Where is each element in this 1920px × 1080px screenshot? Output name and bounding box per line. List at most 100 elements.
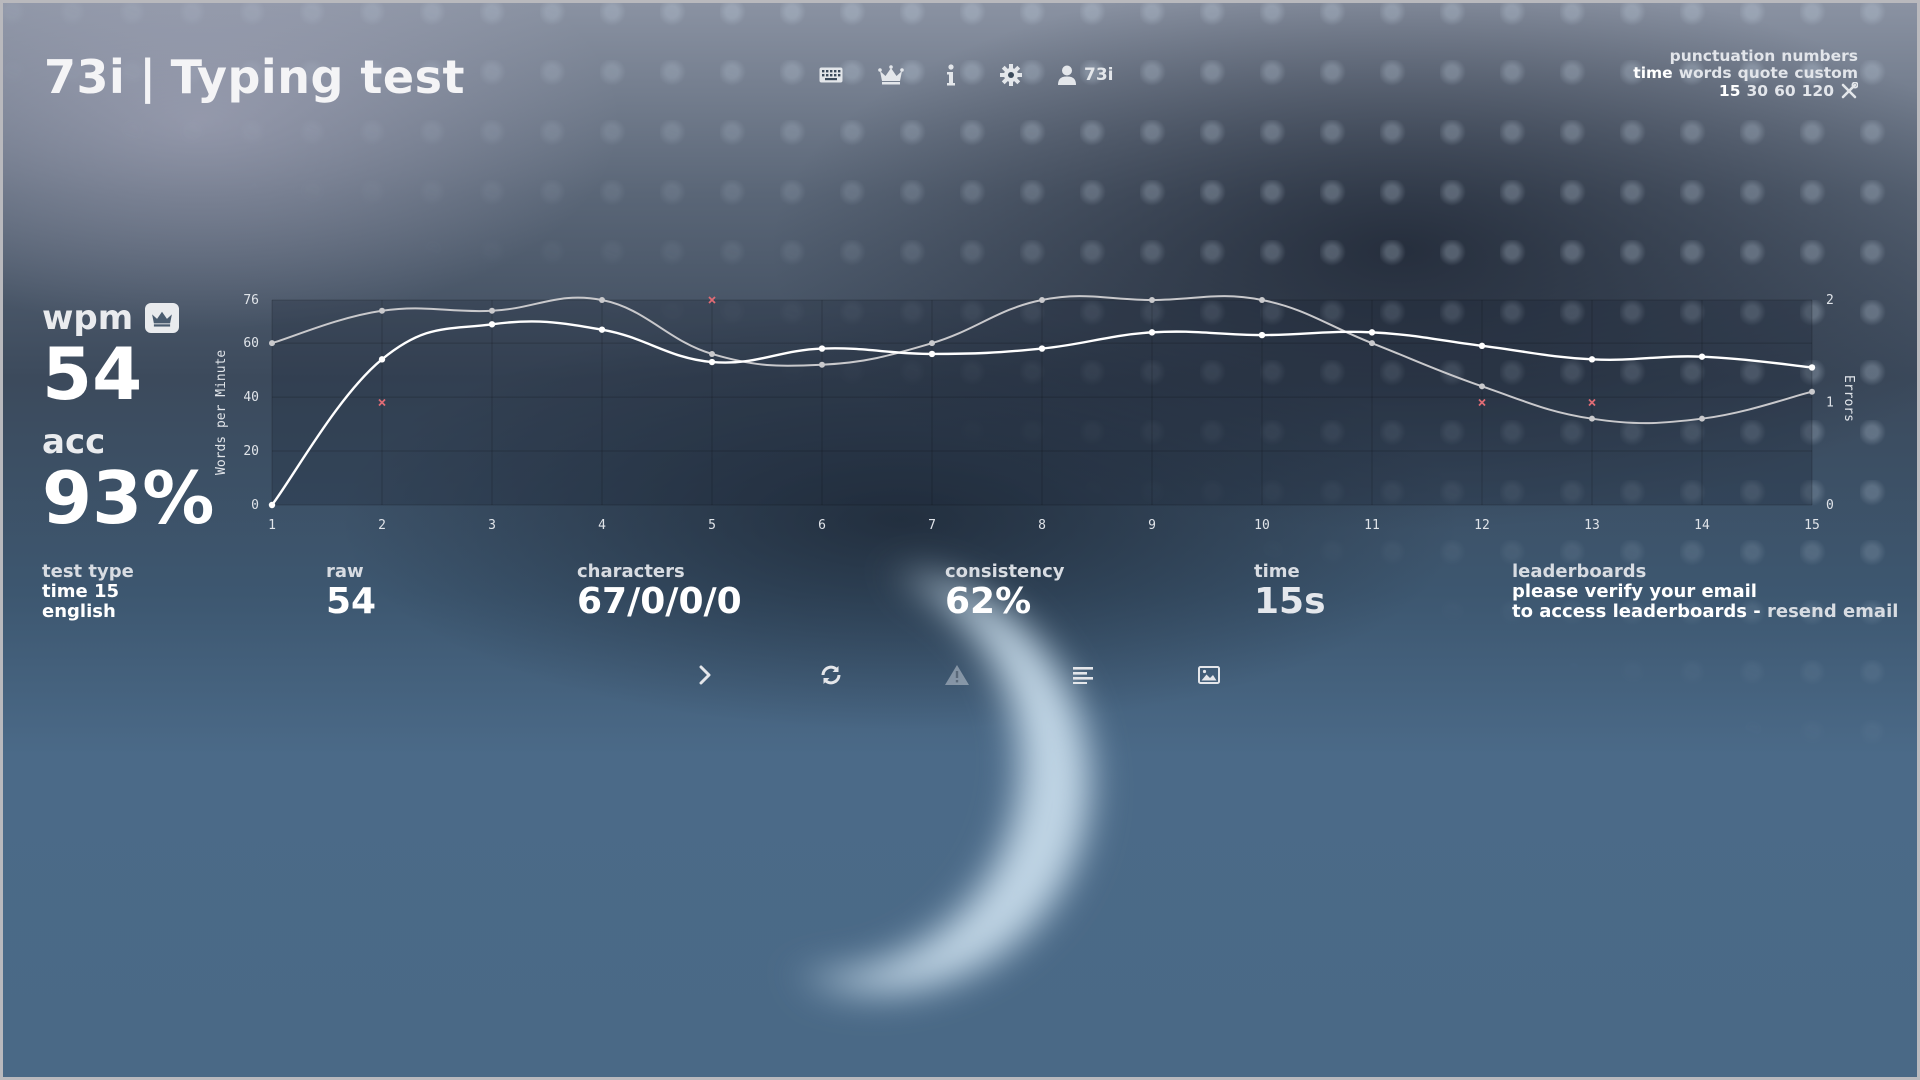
wpm-point — [818, 345, 826, 352]
wrench-screwdriver-icon[interactable] — [1840, 82, 1858, 100]
raw-point — [1039, 297, 1045, 303]
raw-point — [489, 307, 495, 314]
config-mode-quote[interactable]: quote — [1738, 65, 1789, 82]
config-time-120[interactable]: 120 — [1802, 82, 1834, 100]
refresh-icon — [821, 665, 841, 685]
top-nav: 73i — [818, 62, 1113, 88]
result-actions — [690, 662, 1224, 688]
stat-leaderboards: leaderboards please verify your email to… — [1512, 562, 1898, 622]
acc-value: 93% — [42, 456, 215, 540]
x-tick-label: 1 — [268, 518, 276, 533]
acc-label: acc — [42, 422, 106, 462]
wpm-point — [1038, 345, 1046, 352]
result-summary: wpm 54 acc 93% — [42, 300, 214, 536]
next-test-button[interactable] — [690, 662, 720, 688]
resend-email-link[interactable]: resend email — [1767, 601, 1898, 622]
background-bokeh — [0, 0, 1920, 1080]
wpm-chart: 1 2 3 4 5 6 7 8 9 10 11 12 13 14 15 020406076 012 Word… — [214, 293, 1856, 533]
logo-user: 73i — [44, 50, 126, 104]
time-value: 15s — [1254, 581, 1326, 622]
test-type-language: english — [42, 601, 116, 622]
y-tick-label: 60 — [243, 336, 259, 351]
crown-icon[interactable] — [878, 62, 904, 88]
x-tick-label: 8 — [1038, 518, 1046, 533]
wpm-point — [488, 321, 496, 328]
y-tick-label: 40 — [243, 390, 259, 405]
config-mode-time[interactable]: time — [1633, 65, 1672, 82]
restart-button[interactable] — [816, 662, 846, 688]
list-icon — [1073, 667, 1093, 684]
logo-separator: | — [139, 50, 157, 104]
config-mode-words[interactable]: words — [1679, 65, 1732, 82]
raw-point — [1589, 415, 1595, 422]
keyboard-icon[interactable] — [818, 62, 844, 88]
account-button[interactable]: 73i — [1058, 65, 1113, 85]
raw-point — [599, 297, 605, 303]
x-tick-label: 7 — [928, 518, 936, 533]
x-tick-label: 13 — [1584, 518, 1600, 533]
y2-axis-title: Errors — [1841, 375, 1856, 422]
stat-test-type: test type time 15 english — [42, 562, 134, 622]
raw-point — [819, 361, 825, 368]
wpm-point — [708, 358, 716, 366]
config-time-60[interactable]: 60 — [1774, 82, 1796, 100]
info-icon[interactable] — [938, 62, 964, 88]
wpm-point — [1148, 329, 1156, 336]
report-button[interactable] — [942, 662, 972, 688]
x-tick-label: 9 — [1148, 518, 1156, 533]
x-tick-label: 4 — [598, 518, 606, 533]
wpm-point — [1808, 364, 1816, 371]
time-label: time — [1254, 561, 1300, 582]
y-tick-label: 20 — [243, 444, 259, 459]
config-numbers[interactable]: numbers — [1781, 48, 1858, 65]
personal-best-crown-icon — [145, 303, 180, 333]
config-time-30[interactable]: 30 — [1746, 82, 1768, 100]
gear-icon[interactable] — [998, 62, 1024, 88]
config-time-15[interactable]: 15 — [1719, 82, 1741, 100]
config-mode-custom[interactable]: custom — [1794, 65, 1858, 82]
y2-axis: 0 1 2 — [1826, 293, 1834, 513]
wpm-value: 54 — [42, 332, 143, 416]
test-type-mode: time 15 — [42, 581, 120, 602]
y-tick-label: 76 — [243, 293, 259, 308]
raw-point — [709, 350, 715, 357]
raw-point — [1809, 388, 1815, 395]
stat-consistency: consistency 62% — [945, 562, 1064, 622]
x-tick-label: 15 — [1804, 518, 1820, 533]
raw-point — [929, 340, 935, 347]
word-history-button[interactable] — [1068, 662, 1098, 688]
wpm-label: wpm — [42, 298, 134, 338]
image-icon — [1198, 666, 1220, 684]
x-tick-label: 14 — [1694, 518, 1710, 533]
account-name: 73i — [1084, 65, 1114, 85]
config-toggles: punctuation numbers — [1633, 48, 1858, 65]
raw-point — [1479, 383, 1485, 390]
config-punctuation[interactable]: punctuation — [1670, 48, 1776, 65]
wpm-point — [928, 350, 936, 358]
x-tick-label: 11 — [1364, 518, 1380, 533]
leaderboards-message-line2: to access leaderboards - resend email — [1512, 602, 1898, 622]
wpm-point — [378, 356, 386, 363]
raw-point — [379, 307, 385, 314]
logo[interactable]: 73i | Typing test — [44, 50, 465, 104]
raw-point — [1699, 415, 1705, 422]
test-type-label: test type — [42, 561, 134, 582]
y2-tick-label: 1 — [1826, 396, 1834, 411]
wpm-point — [1368, 329, 1376, 336]
leaderboards-message-line1: please verify your email — [1512, 581, 1757, 602]
leaderboards-label: leaderboards — [1512, 561, 1647, 582]
x-tick-label: 10 — [1254, 518, 1270, 533]
raw-point — [1259, 297, 1265, 303]
raw-point — [1149, 297, 1155, 303]
x-tick-label: 12 — [1474, 518, 1490, 533]
config-durations: 15 30 60 120 — [1633, 82, 1858, 100]
save-screenshot-button[interactable] — [1194, 662, 1224, 688]
raw-point — [269, 340, 275, 347]
wpm-point — [1478, 342, 1486, 350]
x-tick-label: 3 — [488, 518, 496, 533]
wpm-point — [1588, 356, 1596, 363]
x-tick-label: 5 — [708, 518, 716, 533]
y2-tick-label: 2 — [1826, 293, 1834, 308]
background — [0, 0, 1920, 1080]
test-config: punctuation numbers time words quote cus… — [1633, 48, 1858, 100]
